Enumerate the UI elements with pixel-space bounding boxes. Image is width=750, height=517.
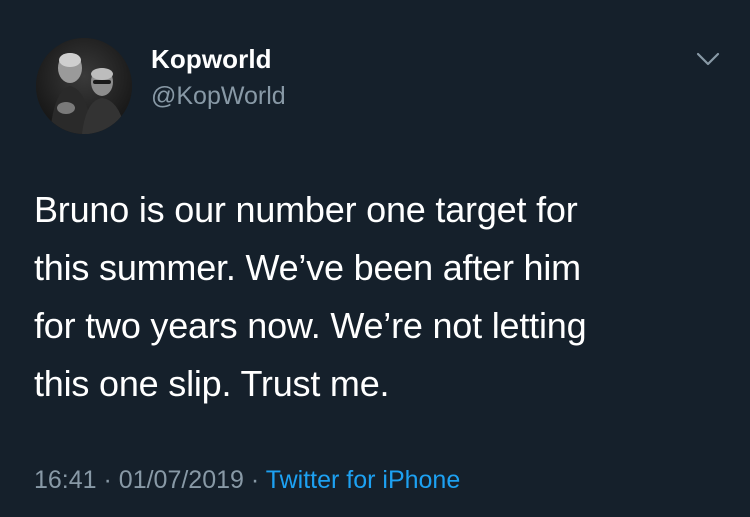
tweet-date: 01/07/2019 [118,466,244,494]
tweet-meta: 16:41 · 01/07/2019 · Twitter for iPhone [34,466,460,495]
tweet-card: Kopworld @KopWorld Bruno is our number o… [0,0,750,517]
meta-separator: · [250,466,260,494]
meta-separator: · [103,466,112,494]
avatar[interactable] [36,38,132,134]
tweet-text: Bruno is our number one target for this … [34,189,587,404]
avatar-photo [36,38,132,134]
tweet-source-link[interactable]: Twitter for iPhone [266,466,461,494]
chevron-down-icon[interactable] [693,48,723,72]
display-name[interactable]: Kopworld [151,44,272,75]
tweet-time: 16:41 [34,466,97,494]
user-handle[interactable]: @KopWorld [151,82,286,111]
